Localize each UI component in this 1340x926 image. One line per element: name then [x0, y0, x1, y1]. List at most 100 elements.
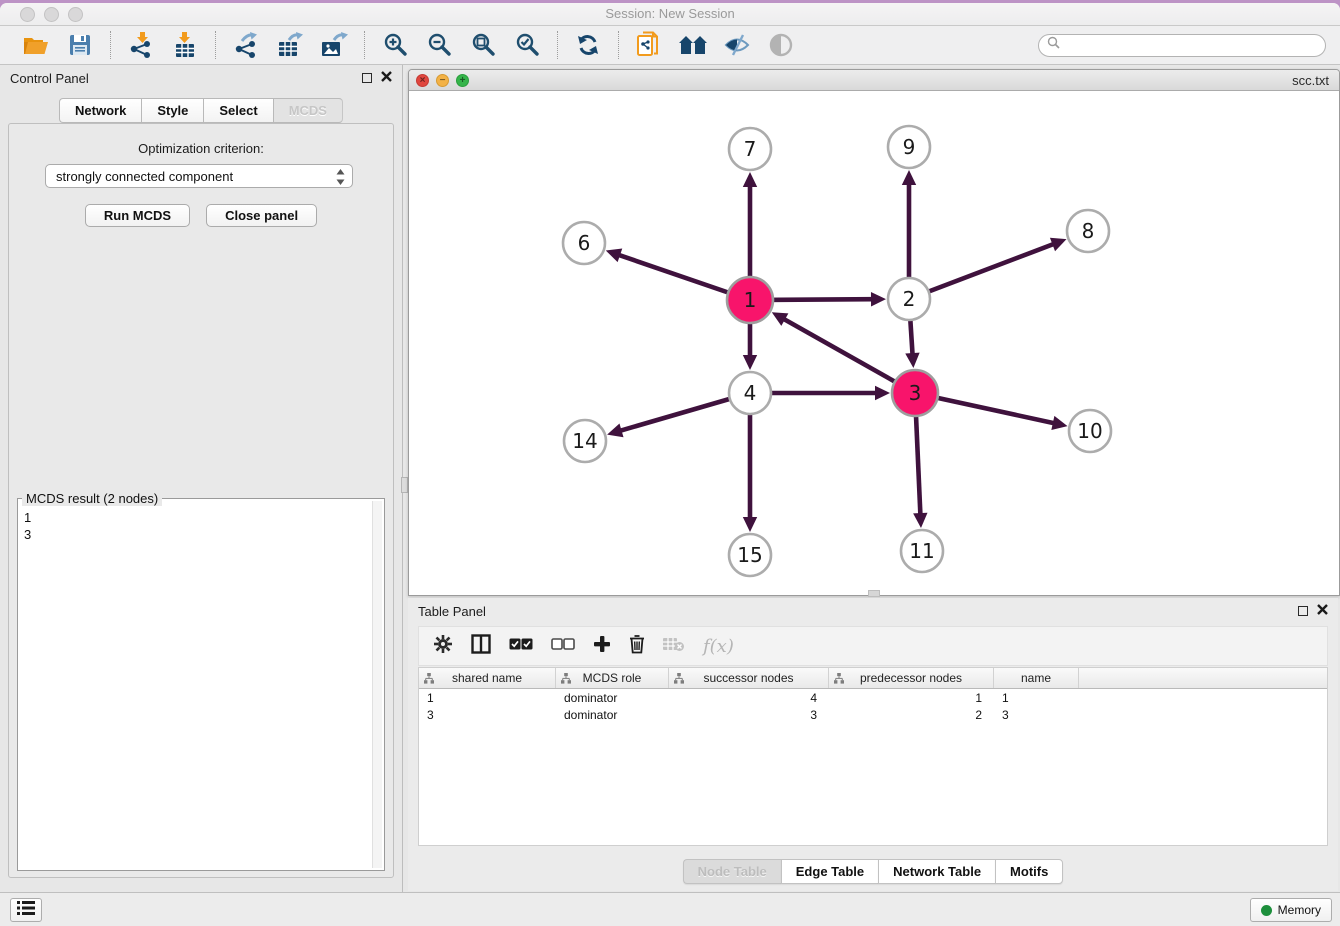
graph-node-14[interactable]: 14: [564, 420, 606, 462]
table-settings-button[interactable]: [433, 634, 453, 659]
close-panel-button[interactable]: Close panel: [206, 204, 317, 227]
table-toolbar: f(x): [418, 626, 1328, 666]
tab-edge-table[interactable]: Edge Table: [781, 859, 878, 884]
table-cell[interactable]: 1: [994, 691, 1079, 705]
open-session-button[interactable]: [18, 29, 54, 61]
float-panel-icon[interactable]: [362, 73, 372, 83]
graph-node-4[interactable]: 4: [729, 372, 771, 414]
hide-selected-button[interactable]: [719, 29, 755, 61]
panel-divider-grip[interactable]: [401, 477, 408, 493]
zoom-in-button[interactable]: [377, 29, 413, 61]
run-mcds-button[interactable]: Run MCDS: [85, 204, 190, 227]
column-header-shared-name[interactable]: shared name: [419, 668, 556, 688]
table-cell[interactable]: 3: [419, 708, 556, 722]
columns-icon: [471, 634, 491, 659]
network-view-window: × − + scc.txt 7 9 6 8 1 2 4 3 14 10 15 11: [408, 69, 1340, 596]
save-session-button[interactable]: [62, 29, 98, 61]
zoom-fit-button[interactable]: [465, 29, 501, 61]
task-history-button[interactable]: [10, 898, 42, 922]
zoom-out-button[interactable]: [421, 29, 457, 61]
control-panel-tabs: NetworkStyleSelectMCDS: [0, 98, 402, 123]
tab-node-table[interactable]: Node Table: [683, 859, 781, 884]
table-header-row[interactable]: shared nameMCDS rolesuccessor nodesprede…: [419, 668, 1327, 689]
unselect-all-columns-button[interactable]: [551, 637, 575, 655]
table-cell[interactable]: 3: [669, 708, 829, 722]
table-cell[interactable]: 4: [669, 691, 829, 705]
tab-motifs[interactable]: Motifs: [995, 859, 1063, 884]
tab-style[interactable]: Style: [141, 98, 203, 123]
table-cell[interactable]: 2: [829, 708, 994, 722]
network-canvas[interactable]: 7 9 6 8 1 2 4 3 14 10 15 11: [409, 91, 1339, 595]
graph-node-1[interactable]: 1: [727, 277, 773, 323]
table-row[interactable]: 3dominator323: [419, 706, 1327, 723]
table-row[interactable]: 1dominator411: [419, 689, 1327, 706]
graph-node-8[interactable]: 8: [1067, 210, 1109, 252]
tab-mcds[interactable]: MCDS: [273, 98, 343, 123]
canvas-scrollbar-grip[interactable]: [868, 590, 880, 597]
zoom-in-icon: [382, 32, 408, 58]
close-panel-icon[interactable]: [381, 69, 392, 87]
import-network-button[interactable]: [123, 29, 159, 61]
graph-node-2[interactable]: 2: [888, 278, 930, 320]
node-label: 11: [909, 539, 934, 563]
import-table-icon: [173, 32, 197, 58]
graph-node-7[interactable]: 7: [729, 128, 771, 170]
criterion-select[interactable]: strongly connected component: [45, 164, 353, 188]
column-header-name[interactable]: name: [994, 668, 1079, 688]
table-cell[interactable]: dominator: [556, 708, 669, 722]
import-table-button[interactable]: [167, 29, 203, 61]
node-label: 2: [903, 287, 916, 311]
table-cell[interactable]: 1: [419, 691, 556, 705]
table-cell[interactable]: 3: [994, 708, 1079, 722]
node-table[interactable]: shared nameMCDS rolesuccessor nodesprede…: [418, 667, 1328, 846]
refresh-button[interactable]: [570, 29, 606, 61]
search-input[interactable]: [1065, 38, 1317, 52]
edge-2-8[interactable]: [909, 244, 1054, 299]
tab-select[interactable]: Select: [203, 98, 272, 123]
graph-node-6[interactable]: 6: [563, 222, 605, 264]
table-cell[interactable]: dominator: [556, 691, 669, 705]
float-table-panel-icon[interactable]: [1298, 606, 1308, 616]
delete-column-button[interactable]: [629, 634, 645, 659]
graph-node-3[interactable]: 3: [892, 370, 938, 416]
unchecked-boxes-icon: [551, 637, 575, 655]
export-table-button[interactable]: [272, 29, 308, 61]
result-scrollbar[interactable]: [372, 501, 382, 868]
graph-node-9[interactable]: 9: [888, 126, 930, 168]
eye-slash-icon: [724, 33, 750, 57]
mcds-result-line: 1: [24, 509, 372, 526]
save-floppy-icon: [68, 33, 92, 57]
first-neighbors-button[interactable]: [675, 29, 711, 61]
node-label: 10: [1077, 419, 1102, 443]
function-builder-button-disabled: f(x): [703, 636, 734, 657]
create-column-button[interactable]: [593, 635, 611, 658]
column-header-MCDS-role[interactable]: MCDS role: [556, 668, 669, 688]
column-header-predecessor-nodes[interactable]: predecessor nodes: [829, 668, 994, 688]
export-image-button[interactable]: [316, 29, 352, 61]
close-table-panel-icon[interactable]: [1317, 602, 1328, 620]
edge-arrowhead: [1051, 416, 1067, 430]
new-network-from-selection-button[interactable]: [631, 29, 667, 61]
search-field[interactable]: [1038, 34, 1326, 57]
graph-node-11[interactable]: 11: [901, 530, 943, 572]
network-window-titlebar[interactable]: × − + scc.txt: [409, 70, 1339, 91]
graph-node-10[interactable]: 10: [1069, 410, 1111, 452]
graph-node-15[interactable]: 15: [729, 534, 771, 576]
memory-button[interactable]: Memory: [1250, 898, 1332, 922]
zoom-selected-button[interactable]: [509, 29, 545, 61]
task-list-icon: [17, 901, 35, 920]
show-all-button[interactable]: [763, 29, 799, 61]
trash-icon: [629, 634, 645, 659]
show-column-button[interactable]: [471, 634, 491, 659]
tab-network[interactable]: Network: [59, 98, 141, 123]
select-all-columns-button[interactable]: [509, 637, 533, 655]
mcds-result-line: 3: [24, 526, 372, 543]
table-cell[interactable]: 1: [829, 691, 994, 705]
edge-arrowhead: [743, 517, 757, 532]
network-graph[interactable]: 7 9 6 8 1 2 4 3 14 10 15 11: [409, 91, 1339, 595]
edge-arrowhead: [743, 355, 757, 370]
tab-network-table[interactable]: Network Table: [878, 859, 995, 884]
export-network-button[interactable]: [228, 29, 264, 61]
column-header-successor-nodes[interactable]: successor nodes: [669, 668, 829, 688]
mcds-result-list[interactable]: 1 3: [24, 509, 372, 868]
